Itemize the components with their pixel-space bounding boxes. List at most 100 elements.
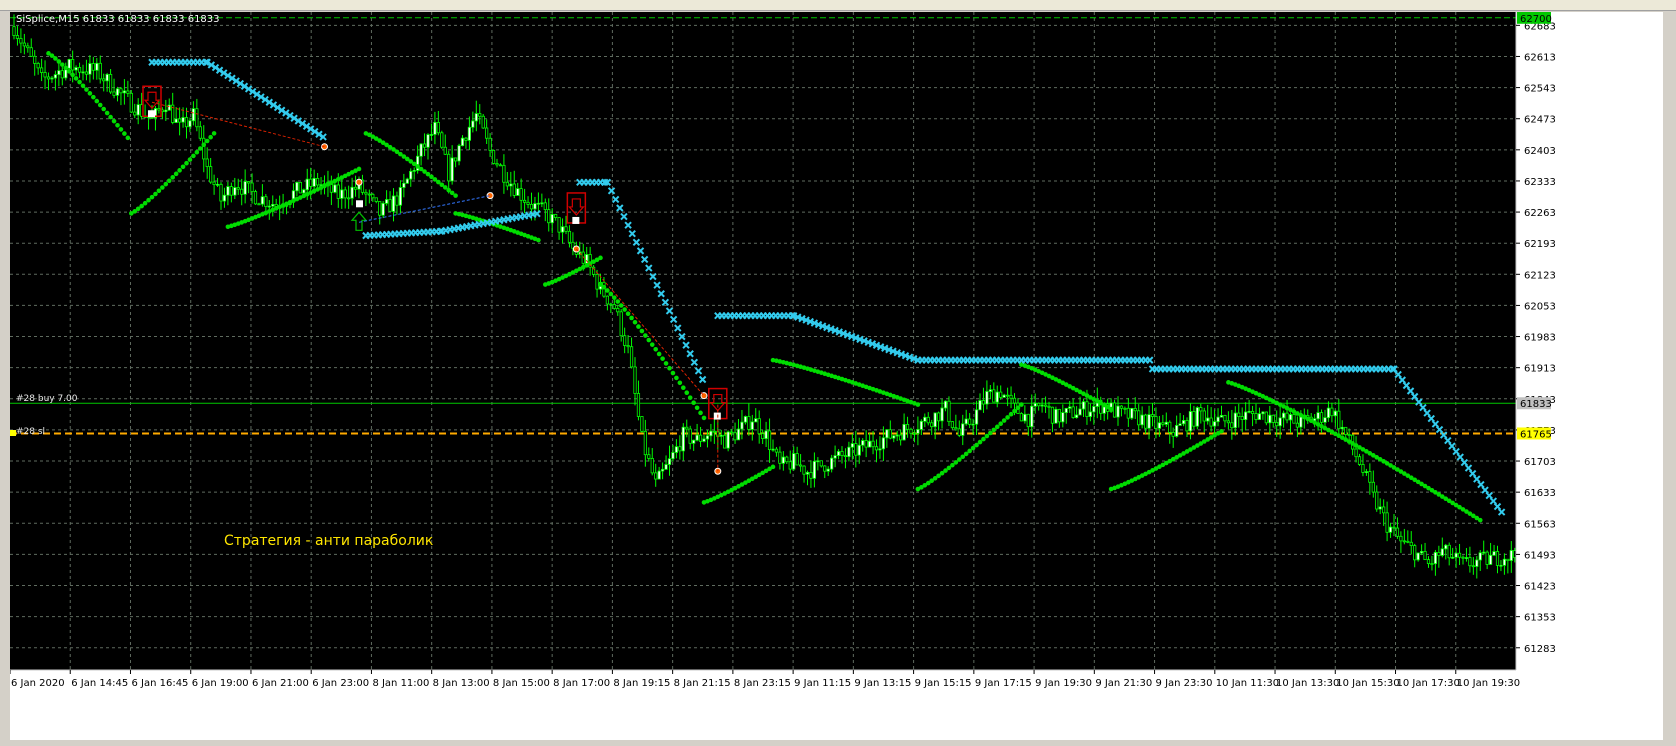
candle-body — [923, 416, 927, 422]
price-axis: 6268362613625436247362403623336226362193… — [1516, 21, 1556, 655]
candle-body — [1416, 552, 1420, 561]
candle-body — [1475, 559, 1479, 567]
price-tick-label: 62403 — [1524, 146, 1556, 157]
candle-body — [188, 120, 192, 128]
candle-body — [899, 434, 903, 441]
candle-body — [1040, 404, 1044, 407]
price-tick-label: 62473 — [1524, 115, 1556, 126]
candle-body — [1147, 414, 1151, 429]
sar-dot — [153, 191, 158, 197]
candle-body — [702, 438, 706, 442]
candle-body — [640, 416, 644, 432]
candle-body — [1078, 408, 1082, 416]
candle-body — [374, 197, 378, 202]
candle-body — [843, 455, 848, 458]
candle-body — [1447, 544, 1451, 559]
sar-dot — [97, 102, 103, 108]
candle-body — [295, 181, 299, 192]
candle-body — [46, 76, 51, 80]
sar-dot — [915, 402, 921, 407]
price-tick-label: 61423 — [1524, 582, 1556, 593]
candle-body — [43, 72, 47, 78]
candle-body — [384, 199, 389, 204]
candle-body — [1457, 552, 1462, 558]
candle-body — [22, 42, 26, 47]
candle-body — [1061, 412, 1065, 423]
sar-dot — [622, 307, 627, 312]
sar-dot — [1005, 415, 1010, 420]
sar-dot — [694, 405, 700, 411]
candle-body — [1233, 412, 1237, 429]
sar-dot — [701, 415, 707, 421]
candle-body — [1509, 550, 1513, 561]
price-tick-label: 61493 — [1524, 550, 1556, 561]
candle-body — [916, 429, 920, 434]
sar-dot — [87, 91, 93, 96]
candle-body — [816, 460, 820, 463]
candle-body — [750, 421, 754, 430]
sar-dot — [125, 135, 131, 141]
sar-dot — [170, 175, 175, 180]
candle-body — [1261, 411, 1265, 415]
candle-body — [315, 178, 320, 186]
sar-dot — [60, 62, 65, 67]
candle-body — [1019, 413, 1024, 422]
candle-body — [119, 88, 123, 94]
candle-body — [246, 181, 251, 184]
time-tick-label: 9 Jan 11:15 — [794, 678, 851, 689]
sar-dot — [104, 110, 110, 116]
sar-dot — [1019, 402, 1024, 407]
candle-body — [312, 178, 316, 187]
sar-dot — [684, 390, 690, 395]
candle-body — [1154, 416, 1158, 429]
candle-body — [888, 429, 892, 439]
candle-body — [595, 273, 599, 290]
candle-body — [1085, 401, 1089, 417]
candle-body — [940, 407, 944, 422]
candle-body — [391, 195, 396, 212]
candle-body — [474, 113, 478, 122]
candle-body — [802, 465, 806, 475]
candle-body — [1002, 394, 1006, 398]
candle-body — [1399, 535, 1403, 542]
candle-body — [743, 416, 748, 423]
sar-dot — [84, 87, 89, 92]
candlestick-chart[interactable]: SiSplice,M15 61833 61833 61833 61833 #28… — [10, 12, 1663, 740]
candle-body — [647, 454, 651, 459]
sar-dot — [670, 370, 676, 376]
candle-body — [1357, 456, 1362, 465]
price-tags: 62700 61833 61765 — [1517, 12, 1552, 440]
candle-body — [1171, 431, 1175, 437]
time-tick-label: 9 Jan 17:15 — [975, 678, 1032, 689]
candle-body — [1288, 414, 1293, 421]
candle-body — [1244, 411, 1248, 421]
candle-body — [1071, 406, 1075, 418]
candle-body — [1178, 423, 1182, 426]
candle-body — [1282, 412, 1286, 419]
candle-body — [367, 193, 371, 196]
candle-body — [812, 460, 817, 479]
candle-body — [764, 430, 768, 439]
price-tick-label: 61703 — [1524, 457, 1556, 468]
candle-body — [233, 187, 237, 196]
candle-body — [1137, 410, 1141, 426]
candle-body — [733, 432, 737, 441]
chart-window[interactable]: SiSplice,M15 61833 61833 61833 61833 #28… — [10, 12, 1663, 740]
candle-body — [964, 418, 968, 425]
candle-body — [1006, 394, 1010, 397]
candle-body — [1057, 408, 1061, 423]
sar-dot — [536, 237, 541, 243]
sar-dot — [977, 439, 983, 445]
candle-body — [1340, 426, 1344, 430]
candle-body — [1064, 407, 1068, 414]
candle-body — [1023, 413, 1027, 422]
candle-body — [1354, 448, 1358, 458]
candle-body — [712, 430, 716, 433]
candle-body — [757, 418, 761, 435]
sar-dot — [598, 255, 603, 261]
candle-body — [77, 67, 82, 73]
candle-body — [167, 104, 171, 111]
candle-body — [1257, 413, 1262, 420]
candle-body — [623, 335, 627, 346]
candle-body — [205, 158, 209, 167]
